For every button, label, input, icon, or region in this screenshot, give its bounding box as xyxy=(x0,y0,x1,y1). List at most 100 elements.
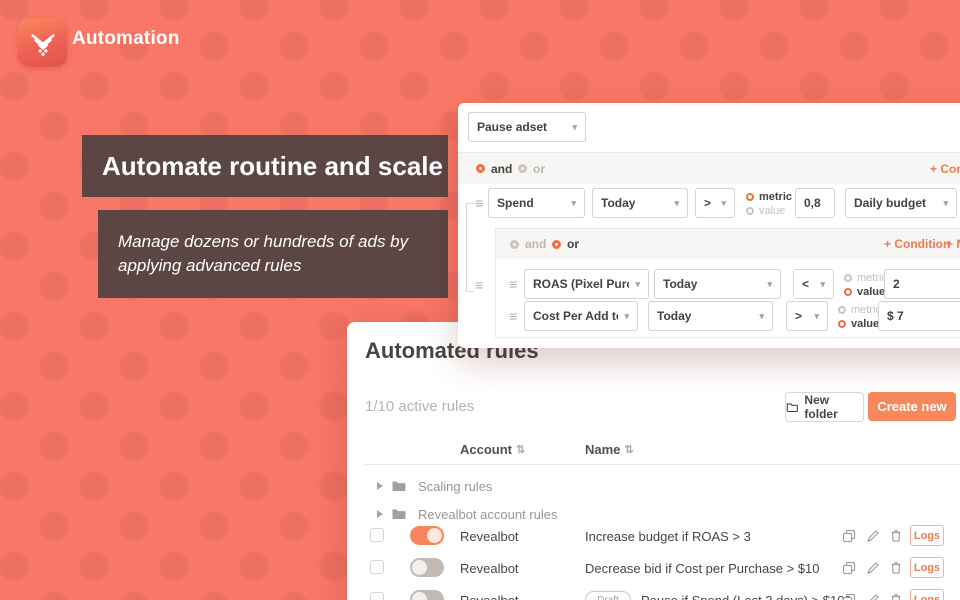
compare-metric-select[interactable]: Daily budget ▾ xyxy=(845,188,957,218)
and-radio[interactable]: and xyxy=(510,229,546,259)
operator-select[interactable]: > ▾ xyxy=(695,188,735,218)
metric-radio[interactable]: metric xyxy=(844,271,887,285)
metric-radio[interactable]: metric xyxy=(746,190,792,204)
delete-icon[interactable] xyxy=(889,529,903,543)
metric-value-radios: metric value xyxy=(844,271,887,299)
column-header-account[interactable]: Account ⇅ xyxy=(460,442,525,457)
add-condition-link[interactable]: + Condition xyxy=(884,229,950,259)
column-header-name[interactable]: Name ⇅ xyxy=(585,442,634,457)
radio-selected-icon xyxy=(476,164,485,173)
metric-value-radios: metric value xyxy=(838,303,881,331)
subtext-banner: Manage dozens or hundreds of ads by appl… xyxy=(98,210,448,298)
chevron-down-icon: ▾ xyxy=(674,197,679,208)
radio-selected-icon xyxy=(552,239,561,249)
expand-caret-icon[interactable] xyxy=(377,482,383,490)
chevron-down-icon: ▾ xyxy=(624,310,629,321)
folder-row[interactable]: Scaling rules xyxy=(347,472,960,500)
chevron-down-icon: ▾ xyxy=(571,197,576,208)
value-radio[interactable]: value xyxy=(838,317,881,331)
metric-value-radios: metric value xyxy=(746,190,792,218)
value-input[interactable]: $ 7 xyxy=(878,301,960,331)
metric-select[interactable]: ROAS (Pixel Purchase Rev ▾ xyxy=(524,269,649,299)
rule-row: Revealbot Draft Pause if Spend (Last 3 d… xyxy=(347,584,960,600)
timerange-select[interactable]: Today ▾ xyxy=(648,301,773,331)
metric-select[interactable]: Cost Per Add to Cart (P ▾ xyxy=(524,301,638,331)
radio-selected-icon xyxy=(844,288,852,296)
or-radio[interactable]: or xyxy=(518,153,545,184)
rule-row: Revealbot Decrease bid if Cost per Purch… xyxy=(347,552,960,584)
metric-radio[interactable]: metric xyxy=(838,303,881,317)
headline-banner: Automate routine and scale xyxy=(82,135,448,197)
new-folder-button[interactable]: New folder xyxy=(785,392,864,422)
drag-handle[interactable]: ≡ xyxy=(509,309,517,323)
nested-group-header: and or + Condition + New group xyxy=(496,229,960,259)
drag-handle[interactable]: ≡ xyxy=(475,278,483,292)
account-cell: Revealbot xyxy=(460,561,519,576)
logs-button[interactable]: Logs xyxy=(910,525,944,546)
add-new-group-link[interactable]: + New group xyxy=(946,229,960,259)
row-checkbox[interactable] xyxy=(370,560,384,574)
rule-enabled-toggle[interactable] xyxy=(410,590,444,600)
active-rules-count: 1/10 active rules xyxy=(365,398,475,415)
drag-handle[interactable]: ≡ xyxy=(475,196,483,210)
subtext-text: Manage dozens or hundreds of ads by appl… xyxy=(118,232,409,275)
sort-icon: ⇅ xyxy=(624,444,634,456)
condition-group-header: and or + Condition xyxy=(458,153,960,184)
edit-icon[interactable] xyxy=(866,561,880,575)
revealbot-logo-icon xyxy=(30,33,55,56)
metric-select[interactable]: Spend ▾ xyxy=(488,188,585,218)
account-cell: Revealbot xyxy=(460,529,519,544)
duplicate-icon[interactable] xyxy=(842,529,856,543)
create-new-button[interactable]: Create new xyxy=(868,392,956,421)
value-input[interactable]: 2 xyxy=(884,269,960,299)
action-type-select[interactable]: Pause adset ▾ xyxy=(468,112,586,142)
radio-unselected-icon xyxy=(510,239,519,249)
chevron-down-icon: ▾ xyxy=(721,197,726,208)
delete-icon[interactable] xyxy=(889,593,903,600)
folder-icon xyxy=(392,481,406,491)
radio-unselected-icon xyxy=(838,306,846,314)
operator-select[interactable]: > ▾ xyxy=(786,301,828,331)
radio-selected-icon xyxy=(838,320,846,328)
rule-name-cell: Decrease bid if Cost per Purchase > $10 xyxy=(585,561,820,576)
tree-bracket xyxy=(466,203,474,292)
row-checkbox[interactable] xyxy=(370,528,384,542)
or-radio[interactable]: or xyxy=(552,229,579,259)
sort-icon: ⇅ xyxy=(516,444,526,456)
delete-icon[interactable] xyxy=(889,561,903,575)
folder-icon xyxy=(392,509,406,519)
logs-button[interactable]: Logs xyxy=(910,557,944,578)
value-radio[interactable]: value xyxy=(746,204,792,218)
and-radio[interactable]: and xyxy=(476,153,512,184)
timerange-select[interactable]: Today ▾ xyxy=(592,188,688,218)
drag-handle[interactable]: ≡ xyxy=(509,277,517,291)
value-radio[interactable]: value xyxy=(844,285,887,299)
duplicate-icon[interactable] xyxy=(842,593,856,600)
rule-enabled-toggle[interactable] xyxy=(410,558,444,577)
chevron-down-icon: ▾ xyxy=(635,278,640,289)
logs-button[interactable]: Logs xyxy=(910,589,944,600)
chevron-down-icon: ▾ xyxy=(572,121,577,132)
edit-icon[interactable] xyxy=(866,593,880,600)
timerange-select[interactable]: Today ▾ xyxy=(654,269,781,299)
expand-caret-icon[interactable] xyxy=(377,510,383,518)
draft-badge: Draft xyxy=(585,591,631,600)
value-input[interactable]: 0,8 xyxy=(795,188,835,218)
rule-builder-panel: Pause adset ▾ and or + Condition ≡ ≡ Spe… xyxy=(458,103,960,348)
divider xyxy=(365,464,960,465)
duplicate-icon[interactable] xyxy=(842,561,856,575)
edit-icon[interactable] xyxy=(866,529,880,543)
radio-unselected-icon xyxy=(518,164,527,173)
rule-enabled-toggle[interactable] xyxy=(410,526,444,545)
app-logo xyxy=(18,18,67,67)
operator-select[interactable]: < ▾ xyxy=(793,269,834,299)
radio-unselected-icon xyxy=(844,274,852,282)
folder-icon xyxy=(786,402,798,412)
row-checkbox[interactable] xyxy=(370,592,384,600)
account-cell: Revealbot xyxy=(460,593,519,600)
add-condition-link[interactable]: + Condition xyxy=(930,153,960,184)
automated-rules-panel: Automated rules 1/10 active rules New fo… xyxy=(347,322,960,600)
page-title: Automation xyxy=(72,28,180,49)
radio-unselected-icon xyxy=(746,207,754,215)
chevron-down-icon: ▾ xyxy=(759,310,764,321)
